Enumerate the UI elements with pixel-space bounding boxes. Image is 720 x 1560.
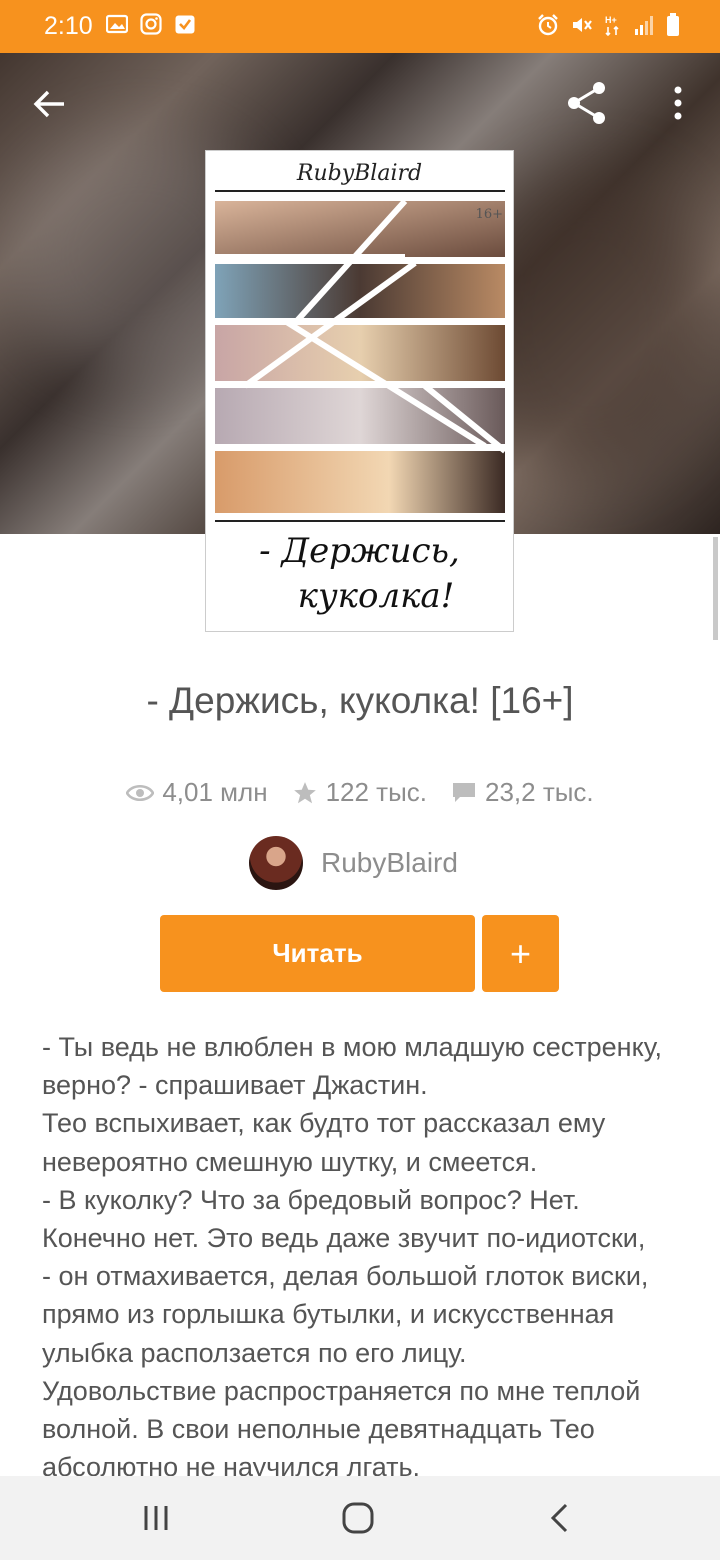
reads-stat: 4,01 млн [126,777,268,808]
task-check-icon [175,15,195,34]
recents-icon[interactable] [96,1476,216,1560]
comments-count: 23,2 тыс. [485,777,594,807]
description-line: волной. В свои неполные девятнадцать Тео [42,1414,595,1445]
battery-icon [667,13,679,36]
description-line: улыбка расползается по его лицу. [42,1337,467,1368]
alarm-icon [538,14,558,36]
gallery-icon [106,14,128,34]
votes-count: 122 тыс. [325,777,427,807]
more-vertical-icon[interactable] [663,82,693,126]
cover-title-line2: куколка! [297,576,455,616]
comment-icon [453,782,475,802]
data-hd-icon: H+ [605,15,619,37]
author-name[interactable]: RubyBlaird [321,847,458,879]
cover-age-mark: 16+ [475,207,503,222]
author-link[interactable]: RubyBlaird [249,836,458,890]
eye-icon [126,784,155,801]
description-line: прямо из горлышка бутылки, и искусственн… [42,1299,615,1330]
svg-text:H+: H+ [605,15,617,25]
description-line: - Ты ведь не влюблен в мою младшую сестр… [42,1032,662,1062]
add-to-library-button[interactable]: + [482,915,559,992]
instagram-icon [140,13,162,35]
home-icon[interactable] [298,1476,418,1560]
cover-author-script: RubyBlaird [296,161,423,186]
description-line: - В куколку? Что за бредовый вопрос? Нет… [42,1184,580,1215]
status-bar: 2:10 H+ [0,0,720,53]
read-button[interactable]: Читать [160,915,475,992]
signal-icon [635,16,653,35]
cover-title-line1: - Держись, [259,531,460,571]
story-description: - Ты ведь не влюблен в мою младшую сестр… [42,1028,692,1476]
cover-photo-collage [215,201,505,513]
arrow-left-icon[interactable] [30,84,70,124]
comments-stat: 23,2 тыс. [451,777,594,808]
reads-count: 4,01 млн [162,777,268,807]
description-line: Тео вспыхивает, как будто тот рассказал … [42,1108,606,1139]
mute-icon [573,18,592,32]
description-line: невероятно смешную шутку, и смеется. [42,1146,538,1177]
description-line: - он отмахивается, делая большой глоток … [42,1261,649,1292]
story-stats: 4,01 млн 122 тыс. 23,2 тыс. [0,777,720,808]
share-icon[interactable] [562,78,612,128]
avatar[interactable] [249,836,303,890]
description-line: верно? - спрашивает Джастин. [42,1070,428,1101]
book-cover[interactable]: RubyBlaird 16+ - Держись, куколка! [206,151,513,631]
description-line: Удовольствие распространяется по мне теп… [42,1375,641,1406]
description-line: Конечно нет. Это ведь даже звучит по-иди… [42,1223,646,1254]
scrollbar[interactable] [713,537,718,640]
story-title: - Держись, куколка! [16+] [146,680,574,721]
back-chevron-icon[interactable] [500,1476,620,1560]
star-icon [293,781,316,803]
votes-stat: 122 тыс. [292,777,427,808]
navigation-bar [0,1476,720,1560]
status-time: 2:10 [44,12,93,40]
description-line: абсолютно не научился лгать. [42,1452,421,1476]
